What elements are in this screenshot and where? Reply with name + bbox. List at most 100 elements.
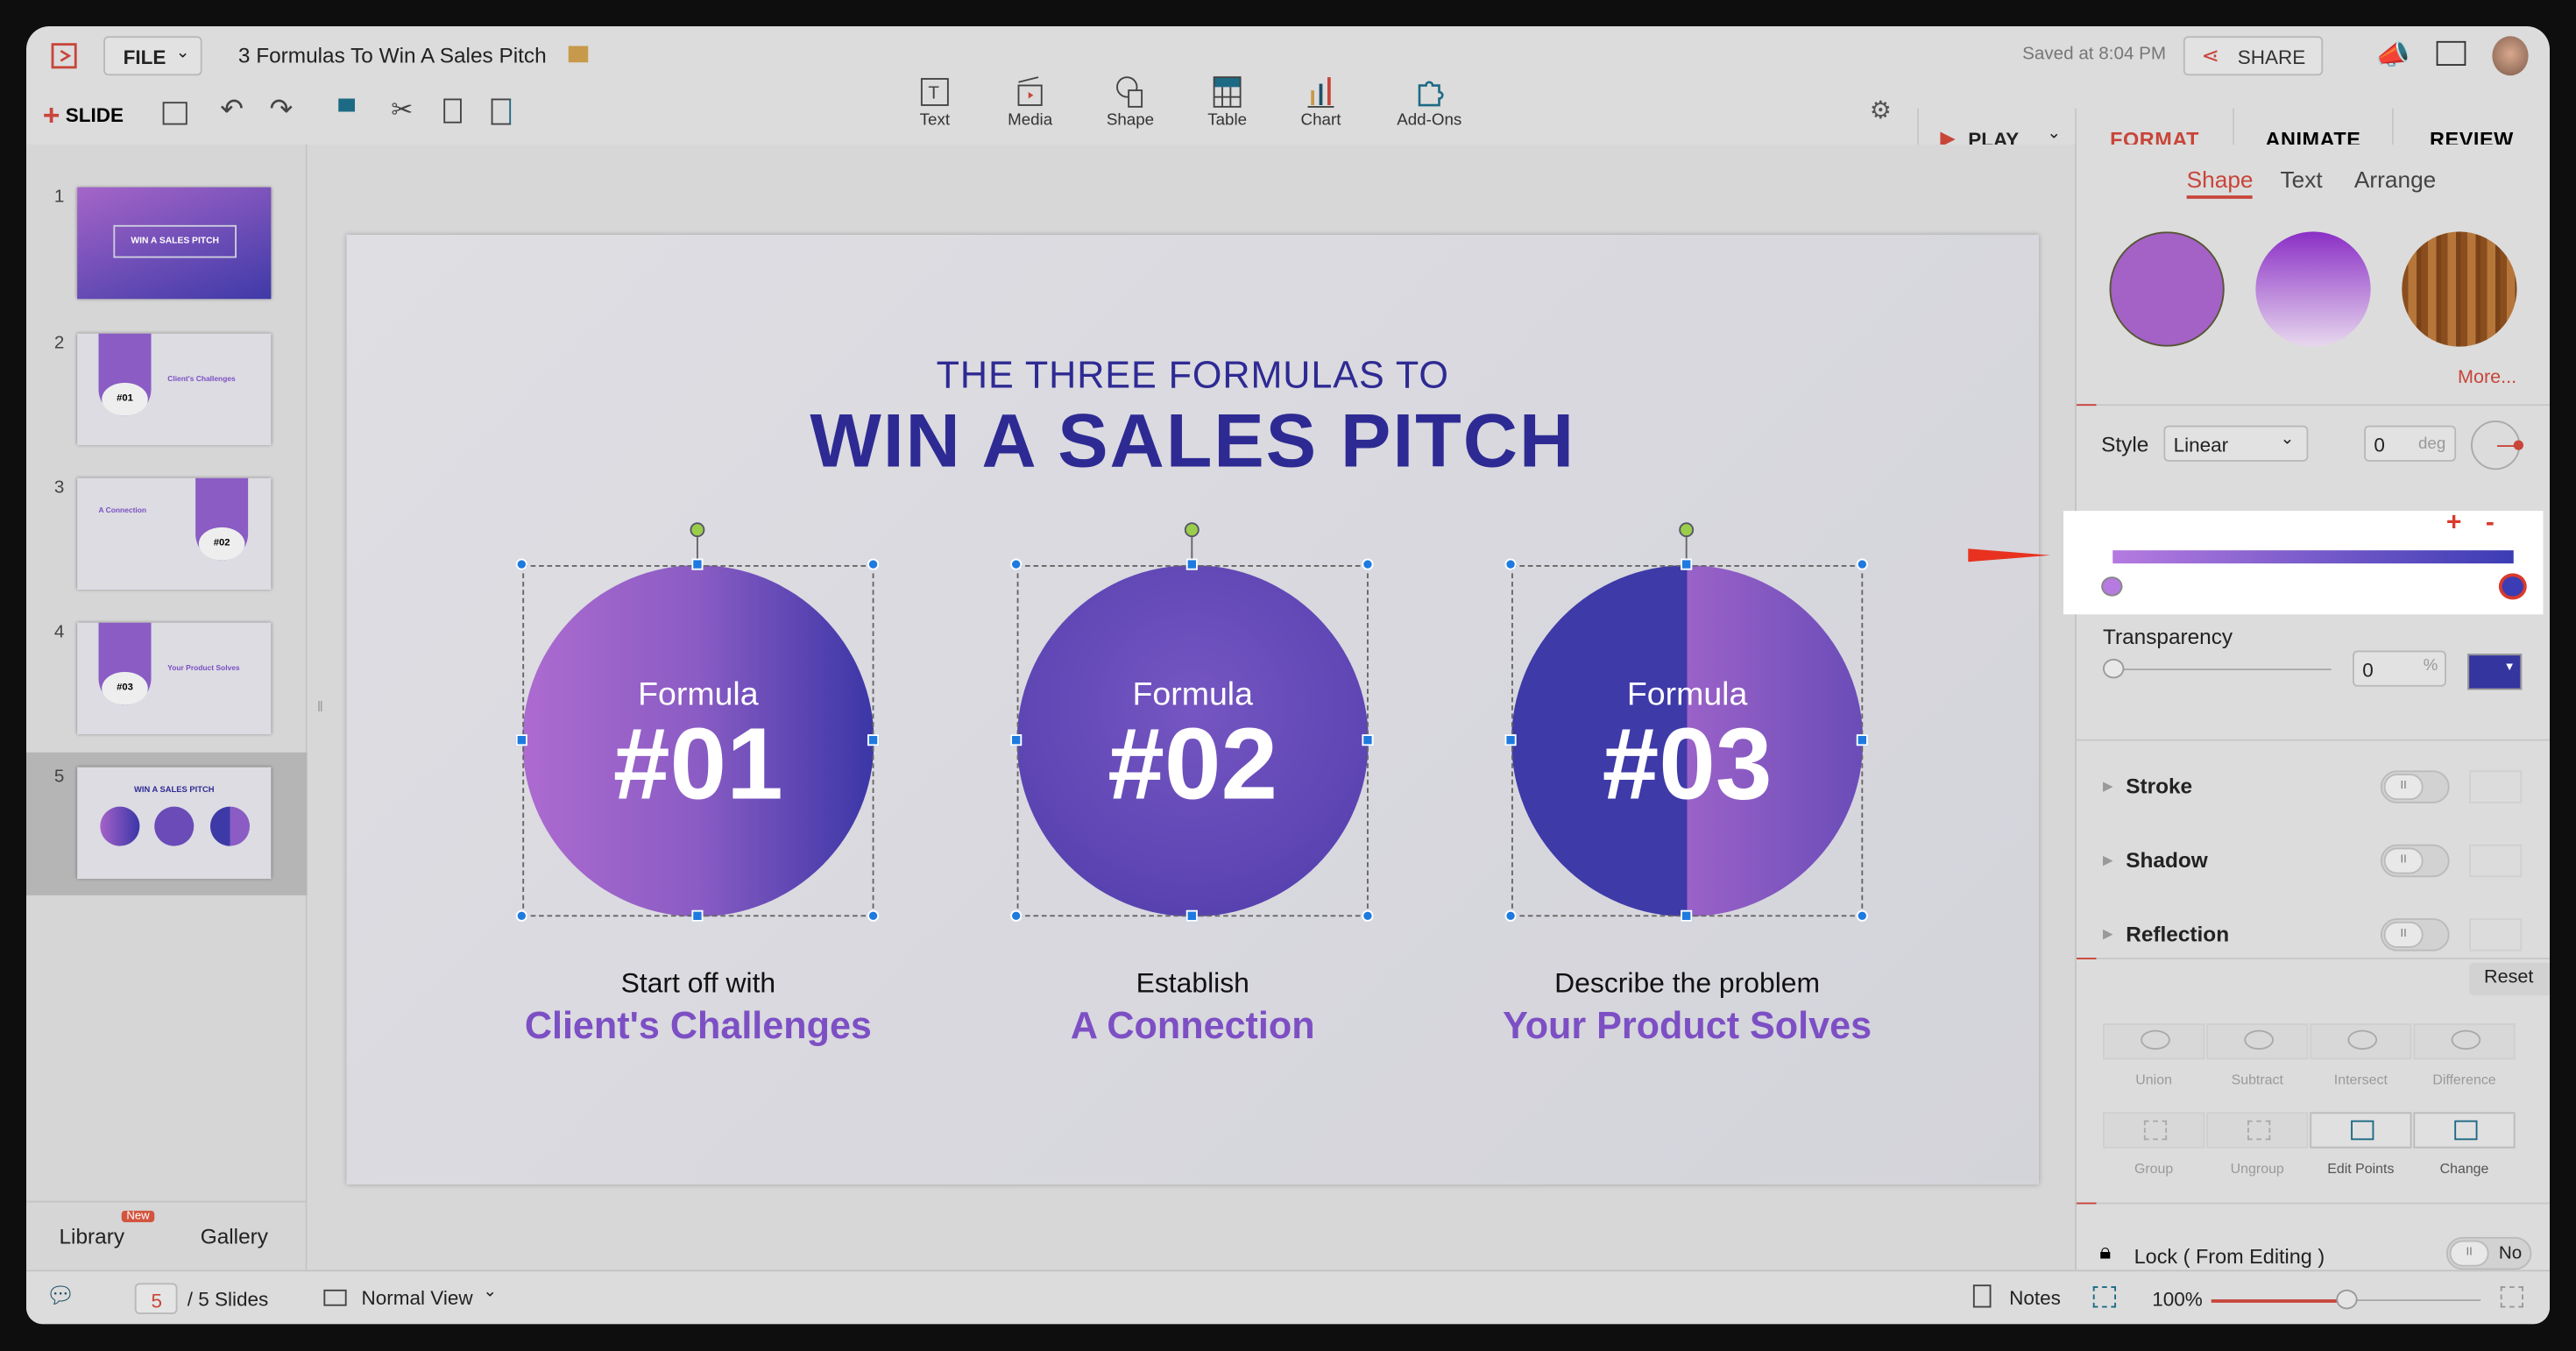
formula-caption-line1[interactable]: Establish — [946, 967, 1440, 1001]
gradient-stop-end[interactable] — [2498, 573, 2527, 600]
resize-handle[interactable] — [867, 909, 880, 922]
add-ons-button[interactable]: Add-Ons — [1388, 75, 1470, 130]
panel-resize-handle[interactable]: ‖ — [317, 698, 323, 715]
announcement-icon[interactable]: 📣 — [2375, 39, 2410, 73]
section-shadow[interactable]: Shadow — [2126, 848, 2207, 873]
copy-icon[interactable] — [443, 98, 462, 124]
comments-icon[interactable]: 💬︎ — [46, 1282, 75, 1310]
section-reflection[interactable]: Reflection — [2126, 922, 2229, 946]
slide-thumbnail-5[interactable]: WIN A SALES PITCH — [77, 767, 272, 880]
transparency-input[interactable]: 0% — [2353, 650, 2446, 687]
notes-button[interactable]: Notes — [2009, 1286, 2061, 1309]
ungroup-button[interactable] — [2206, 1112, 2309, 1149]
resize-handle[interactable] — [1504, 734, 1517, 746]
play-options-chevron-icon[interactable]: ⌄ — [2047, 125, 2061, 144]
subtab-arrange[interactable]: Arrange — [2354, 166, 2436, 192]
resize-handle[interactable] — [515, 734, 527, 746]
expand-triangle-icon[interactable]: ▶ — [2103, 852, 2113, 867]
rotate-handle[interactable] — [1679, 522, 1695, 538]
resize-handle[interactable] — [1185, 558, 1198, 570]
gallery-tab[interactable]: Gallery — [201, 1224, 268, 1248]
reflection-toggle[interactable]: II — [2380, 918, 2450, 951]
redo-icon[interactable]: ↷ — [270, 94, 294, 127]
resize-handle[interactable] — [1362, 558, 1374, 570]
angle-dial[interactable] — [2471, 421, 2523, 470]
expand-triangle-icon[interactable]: ▶ — [2103, 927, 2113, 942]
union-button[interactable] — [2103, 1023, 2205, 1060]
fill-color-picker[interactable]: ▼ — [2467, 654, 2523, 690]
slide-title[interactable]: WIN A SALES PITCH — [347, 396, 2039, 485]
slide[interactable]: THE THREE FORMULAS TO WIN A SALES PITCH … — [346, 235, 2039, 1185]
shadow-preset-button[interactable] — [2469, 844, 2523, 878]
subtab-text[interactable]: Text — [2281, 166, 2323, 192]
angle-input[interactable]: 0 deg — [2364, 425, 2457, 462]
fill-gradient-swatch[interactable] — [2255, 231, 2371, 347]
paste-icon[interactable] — [491, 98, 512, 125]
intersect-button[interactable] — [2310, 1023, 2412, 1060]
library-tab[interactable]: Library — [60, 1224, 125, 1248]
resize-handle[interactable] — [1681, 558, 1693, 570]
shadow-toggle[interactable]: II — [2380, 844, 2450, 878]
resize-handle[interactable] — [1362, 909, 1374, 922]
gradient-style-select[interactable]: Linear ⌄ — [2163, 425, 2309, 462]
resize-handle[interactable] — [1681, 909, 1693, 922]
edit-points-button[interactable] — [2310, 1112, 2412, 1149]
slide-thumbnail-3[interactable]: #02 A Connection — [77, 477, 272, 591]
resize-handle[interactable] — [691, 558, 704, 570]
zoom-slider-knob[interactable] — [2336, 1289, 2358, 1310]
formula-caption-line2[interactable]: A Connection — [946, 1004, 1440, 1049]
subtab-shape[interactable]: Shape — [2186, 166, 2254, 199]
resize-handle[interactable] — [1856, 909, 1868, 922]
resize-handle[interactable] — [1185, 909, 1198, 922]
reflection-preset-button[interactable] — [2469, 918, 2523, 951]
insert-media-button[interactable]: Media — [989, 75, 1072, 130]
resize-handle[interactable] — [1856, 558, 1868, 570]
resize-handle[interactable] — [1362, 734, 1374, 746]
resize-handle[interactable] — [515, 558, 527, 570]
resize-handle[interactable] — [1856, 734, 1868, 746]
resize-handle[interactable] — [1010, 909, 1023, 922]
more-fills-link[interactable]: More... — [2458, 368, 2516, 388]
stroke-toggle[interactable]: II — [2380, 770, 2450, 803]
undo-icon[interactable]: ↶ — [220, 94, 244, 127]
cut-icon[interactable]: ✂ — [391, 94, 413, 127]
lock-toggle[interactable]: II No — [2445, 1236, 2532, 1270]
gradient-stop-start[interactable] — [2101, 576, 2123, 597]
change-button[interactable] — [2413, 1112, 2516, 1149]
gradient-bar[interactable] — [2112, 550, 2514, 564]
resize-handle[interactable] — [867, 558, 880, 570]
rotate-handle[interactable] — [690, 522, 705, 538]
insert-shape-button[interactable]: Shape — [1089, 75, 1171, 130]
layout-icon[interactable] — [162, 102, 188, 125]
format-painter-icon[interactable] — [338, 98, 355, 112]
resize-handle[interactable] — [1504, 909, 1517, 922]
formula-caption-line1[interactable]: Describe the problem — [1440, 967, 1934, 1001]
remove-stop-button[interactable]: - — [2486, 509, 2495, 539]
resize-handle[interactable] — [867, 734, 880, 746]
add-slide-button[interactable]: + SLIDE — [43, 99, 124, 133]
group-button[interactable] — [2103, 1112, 2205, 1149]
slide-kicker[interactable]: THE THREE FORMULAS TO — [347, 353, 2039, 398]
add-stop-button[interactable]: + — [2446, 509, 2462, 539]
expand-triangle-icon[interactable]: ▶ — [2103, 779, 2113, 794]
difference-button[interactable] — [2413, 1023, 2516, 1060]
formula-caption-line2[interactable]: Your Product Solves — [1440, 1004, 1934, 1049]
slide-thumbnail-4[interactable]: #03 Your Product Solves — [77, 622, 272, 735]
resize-handle[interactable] — [1010, 734, 1023, 746]
share-button[interactable]: ⋖ SHARE — [2183, 36, 2324, 76]
stroke-preset-button[interactable] — [2469, 770, 2523, 803]
page-number-input[interactable]: 5 — [134, 1283, 178, 1314]
insert-chart-button[interactable]: Chart — [1280, 75, 1362, 130]
resize-handle[interactable] — [515, 909, 527, 922]
fullscreen-icon[interactable] — [2500, 1286, 2523, 1308]
section-stroke[interactable]: Stroke — [2126, 774, 2192, 798]
folder-icon[interactable] — [568, 46, 589, 63]
resize-handle[interactable] — [1010, 558, 1023, 570]
transparency-slider[interactable] — [2103, 658, 2332, 679]
resize-handle[interactable] — [691, 909, 704, 922]
document-title[interactable]: 3 Formulas To Win A Sales Pitch — [238, 43, 547, 67]
insert-text-button[interactable]: T Text — [894, 75, 976, 130]
feedback-icon[interactable] — [2436, 40, 2466, 66]
slide-thumbnail-2[interactable]: #01 Client's Challenges — [77, 333, 272, 446]
avatar[interactable] — [2492, 36, 2529, 76]
